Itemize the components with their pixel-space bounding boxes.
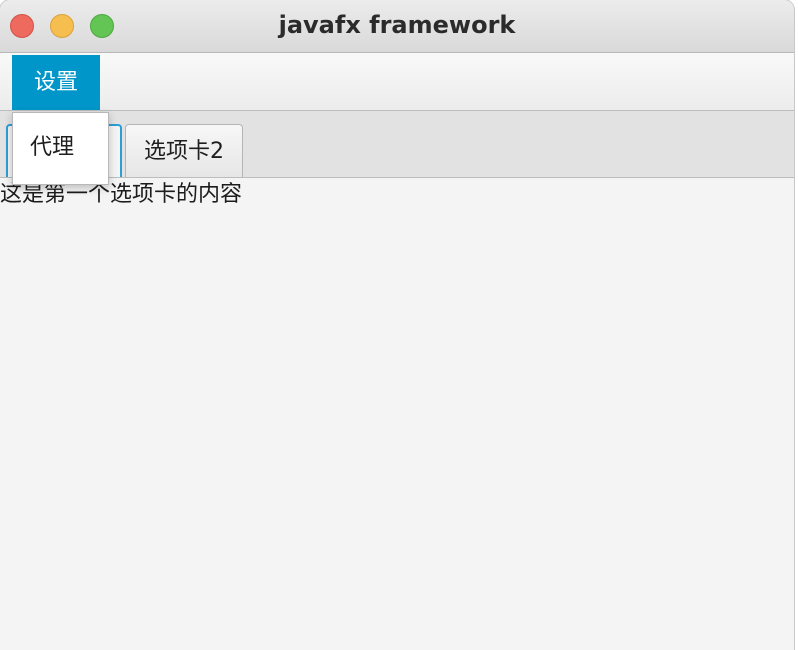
menu-settings[interactable]: 设置 bbox=[12, 55, 100, 110]
title-bar: javafx framework bbox=[0, 0, 794, 53]
window-title: javafx framework bbox=[278, 11, 516, 39]
app-window: javafx framework 设置 选项卡2 这是第一个选项卡的内容 代理 bbox=[0, 0, 794, 650]
menu-item-proxy[interactable]: 代理 bbox=[13, 131, 108, 165]
menu-bar: 设置 bbox=[0, 53, 794, 111]
settings-dropdown-menu: 代理 bbox=[12, 112, 109, 185]
tab-2[interactable]: 选项卡2 bbox=[125, 124, 243, 177]
tab-bar: 选项卡2 bbox=[0, 111, 794, 178]
